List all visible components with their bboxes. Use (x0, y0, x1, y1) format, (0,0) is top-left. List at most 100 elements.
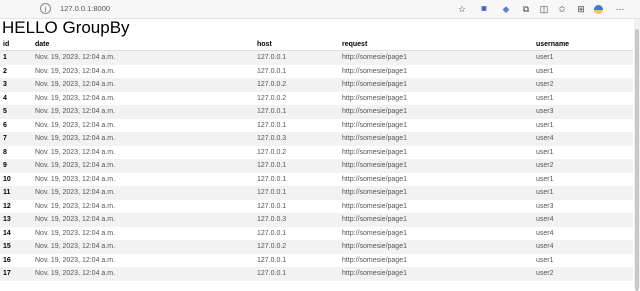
profile-icon[interactable] (592, 3, 604, 15)
cell-request: http://somesie/page1 (339, 159, 533, 173)
cell-host: 127.0.0.1 (257, 175, 287, 183)
cell-date: Nov. 19, 2023, 12:04 a.m. (35, 67, 116, 75)
cell-date: Nov. 19, 2023, 12:04 a.m. (32, 132, 254, 146)
cell-date: Nov. 19, 2023, 12:04 a.m. (35, 121, 116, 129)
cell-host: 127.0.0.1 (254, 159, 339, 173)
cell-username: user1 (536, 94, 554, 102)
extension-icon[interactable]: ▣ (478, 3, 490, 15)
cell-host: 127.0.0.1 (257, 67, 287, 75)
scrollbar-thumb[interactable] (635, 29, 639, 291)
column-header-id: id (0, 38, 32, 51)
cell-request: http://somesie/page1 (342, 121, 407, 129)
collections-icon[interactable]: ⊞ (575, 3, 587, 15)
cell-username: user3 (536, 202, 554, 210)
cell-request: http://somesie/page1 (339, 50, 533, 65)
table-row: 13 Nov. 19, 2023, 12:04 a.m. 127.0.0.3 http… (0, 213, 633, 227)
cell-username: user1 (533, 186, 633, 200)
cell-date: Nov. 19, 2023, 12:04 a.m. (32, 213, 254, 227)
cell-username: user4 (533, 240, 633, 254)
cell-date: Nov. 19, 2023, 12:04 a.m. (35, 202, 116, 210)
cell-id: 14 (3, 229, 11, 237)
cell-username: user1 (536, 148, 554, 156)
cell-username: user1 (536, 256, 554, 264)
cell-request: http://somesie/page1 (342, 256, 407, 264)
table-row: 2 Nov. 19, 2023, 12:04 a.m. 127.0.0.1 http:… (0, 65, 633, 79)
column-header-request: request (339, 38, 533, 51)
table-row: 14 Nov. 19, 2023, 12:04 a.m. 127.0.0.1 http… (0, 227, 633, 241)
table-row: 12 Nov. 19, 2023, 12:04 a.m. 127.0.0.1 http… (0, 200, 633, 214)
cell-id: 15 (0, 240, 32, 254)
cell-request: http://somesie/page1 (342, 229, 407, 237)
cell-host: 127.0.0.1 (257, 256, 287, 264)
cell-date: Nov. 19, 2023, 12:04 a.m. (32, 267, 254, 281)
extension-icon[interactable]: ◆ (500, 3, 512, 15)
cell-host: 127.0.0.1 (257, 229, 287, 237)
cell-username: user1 (536, 121, 554, 129)
favorites-icon[interactable]: ✩ (556, 3, 568, 15)
favorite-star-icon[interactable]: ☆ (456, 3, 468, 15)
column-header-date: date (32, 38, 254, 51)
cell-request: http://somesie/page1 (342, 202, 407, 210)
cell-host: 127.0.0.2 (257, 148, 287, 156)
extensions-icon[interactable]: ⧉ (520, 3, 532, 15)
cell-username: user2 (533, 159, 633, 173)
cell-request: http://somesie/page1 (339, 78, 533, 92)
cell-id: 4 (3, 94, 7, 102)
cell-host: 127.0.0.2 (257, 94, 287, 102)
cell-id: 13 (0, 213, 32, 227)
info-icon[interactable]: i (40, 3, 51, 14)
cell-host: 127.0.0.1 (254, 105, 339, 119)
split-screen-icon[interactable]: ◫ (538, 3, 550, 15)
cell-date: Nov. 19, 2023, 12:04 a.m. (32, 78, 254, 92)
cell-host: 127.0.0.2 (254, 78, 339, 92)
cell-date: Nov. 19, 2023, 12:04 a.m. (35, 148, 116, 156)
cell-username: user4 (536, 229, 554, 237)
cell-date: Nov. 19, 2023, 12:04 a.m. (35, 94, 116, 102)
cell-id: 11 (0, 186, 32, 200)
cell-request: http://somesie/page1 (339, 132, 533, 146)
table-row: 11 Nov. 19, 2023, 12:04 a.m. 127.0.0.1 http… (0, 186, 633, 200)
cell-date: Nov. 19, 2023, 12:04 a.m. (32, 240, 254, 254)
cell-request: http://somesie/page1 (339, 267, 533, 281)
table-row: 15 Nov. 19, 2023, 12:04 a.m. 127.0.0.2 http… (0, 240, 633, 254)
table-row: 6 Nov. 19, 2023, 12:04 a.m. 127.0.0.1 http:… (0, 119, 633, 133)
cell-username: user4 (533, 132, 633, 146)
cell-id: 2 (3, 67, 7, 75)
cell-request: http://somesie/page1 (339, 213, 533, 227)
cell-id: 6 (3, 121, 7, 129)
cell-request: http://somesie/page1 (342, 148, 407, 156)
browser-toolbar: i 127.0.0.1:8000 ☆ ▣ ◆ ⧉ ◫ ✩ ⊞ ··· (0, 0, 640, 19)
cell-date: Nov. 19, 2023, 12:04 a.m. (35, 175, 116, 183)
page-scrollbar[interactable] (634, 19, 640, 291)
cell-date: Nov. 19, 2023, 12:04 a.m. (32, 186, 254, 200)
cell-request: http://somesie/page1 (339, 105, 533, 119)
table-row: 8 Nov. 19, 2023, 12:04 a.m. 127.0.0.2 http:… (0, 146, 633, 160)
cell-id: 1 (0, 50, 32, 65)
table-row: 3 Nov. 19, 2023, 12:04 a.m. 127.0.0.2 http:… (0, 78, 633, 92)
cell-host: 127.0.0.2 (254, 240, 339, 254)
cell-request: http://somesie/page1 (339, 240, 533, 254)
cell-host: 127.0.0.1 (257, 121, 287, 129)
cell-id: 12 (3, 202, 11, 210)
cell-request: http://somesie/page1 (342, 67, 407, 75)
cell-username: user2 (533, 78, 633, 92)
table-row: 1 Nov. 19, 2023, 12:04 a.m. 127.0.0.1 http:… (0, 50, 633, 65)
cell-host: 127.0.0.1 (254, 186, 339, 200)
cell-host: 127.0.0.1 (254, 267, 339, 281)
table-row: 10 Nov. 19, 2023, 12:04 a.m. 127.0.0.1 http… (0, 173, 633, 187)
cell-username: user1 (536, 67, 554, 75)
table-row: 9 Nov. 19, 2023, 12:04 a.m. 127.0.0.1 http:… (0, 159, 633, 173)
table-row: 5 Nov. 19, 2023, 12:04 a.m. 127.0.0.1 http:… (0, 105, 633, 119)
address-bar-url[interactable]: 127.0.0.1:8000 (60, 3, 110, 15)
cell-id: 7 (0, 132, 32, 146)
log-table: id date host request username 1 Nov. 19, … (0, 38, 633, 281)
table-row: 17 Nov. 19, 2023, 12:04 a.m. 127.0.0.1 http… (0, 267, 633, 281)
table-row: 16 Nov. 19, 2023, 12:04 a.m. 127.0.0.1 http… (0, 254, 633, 268)
cell-id: 8 (3, 148, 7, 156)
more-icon[interactable]: ··· (614, 3, 626, 15)
table-row: 4 Nov. 19, 2023, 12:04 a.m. 127.0.0.2 http:… (0, 92, 633, 106)
cell-host: 127.0.0.3 (254, 213, 339, 227)
cell-id: 5 (0, 105, 32, 119)
cell-date: Nov. 19, 2023, 12:04 a.m. (35, 256, 116, 264)
column-header-host: host (254, 38, 339, 51)
